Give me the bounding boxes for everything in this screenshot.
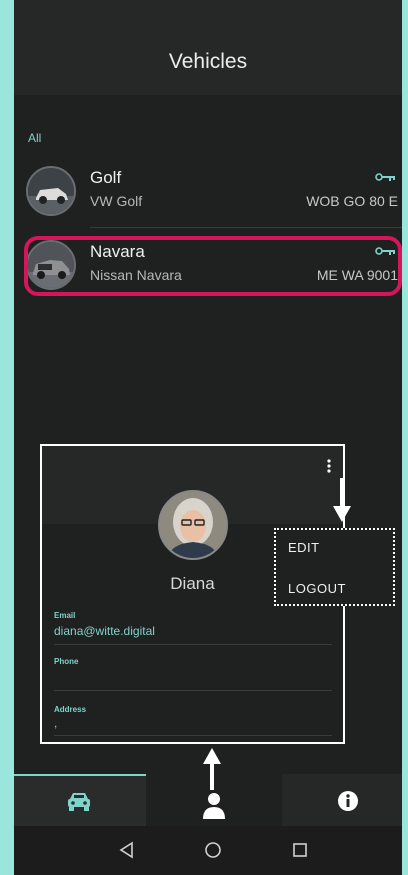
person-icon — [203, 793, 225, 819]
annotation-arrow-down-icon — [333, 478, 351, 522]
row-divider — [90, 227, 402, 228]
tab-vehicles[interactable] — [14, 774, 146, 826]
car-icon — [68, 793, 90, 811]
app-header: Vehicles — [14, 0, 402, 95]
phone-label: Phone — [54, 657, 79, 666]
address-label: Address — [54, 705, 87, 714]
section-label-all[interactable]: All — [28, 131, 41, 145]
address-divider — [54, 735, 332, 736]
selected-vehicle-highlight — [24, 236, 402, 296]
profile-options-menu: EDIT LOGOUT — [274, 528, 395, 606]
menu-item-edit[interactable]: EDIT — [288, 540, 320, 555]
address-value: , — [54, 716, 58, 730]
key-icon — [375, 173, 395, 181]
system-navigation-bar — [14, 826, 402, 875]
left-background-strip — [0, 0, 14, 875]
info-icon — [338, 791, 358, 811]
vehicle-row-golf[interactable]: Golf VW Golf WOB GO 80 E — [26, 166, 402, 228]
annotation-arrow-up-icon — [203, 748, 221, 790]
profile-avatar — [158, 490, 228, 560]
vehicle-model: VW Golf — [90, 193, 143, 209]
tab-info[interactable] — [282, 774, 402, 826]
menu-item-logout[interactable]: LOGOUT — [288, 581, 346, 596]
email-divider — [54, 644, 332, 645]
back-icon[interactable] — [118, 841, 136, 859]
vehicle-plate: WOB GO 80 E — [306, 193, 398, 209]
vehicle-name: Golf — [90, 168, 122, 187]
page-title: Vehicles — [168, 50, 248, 73]
recents-icon[interactable] — [292, 842, 308, 858]
phone-divider — [54, 690, 332, 691]
home-icon[interactable] — [204, 841, 222, 859]
email-label: Email — [54, 611, 76, 620]
vehicle-avatar — [26, 166, 76, 216]
right-background-strip — [402, 0, 408, 875]
email-value: diana@witte.digital — [54, 624, 155, 638]
kebab-menu-icon[interactable] — [326, 458, 332, 474]
